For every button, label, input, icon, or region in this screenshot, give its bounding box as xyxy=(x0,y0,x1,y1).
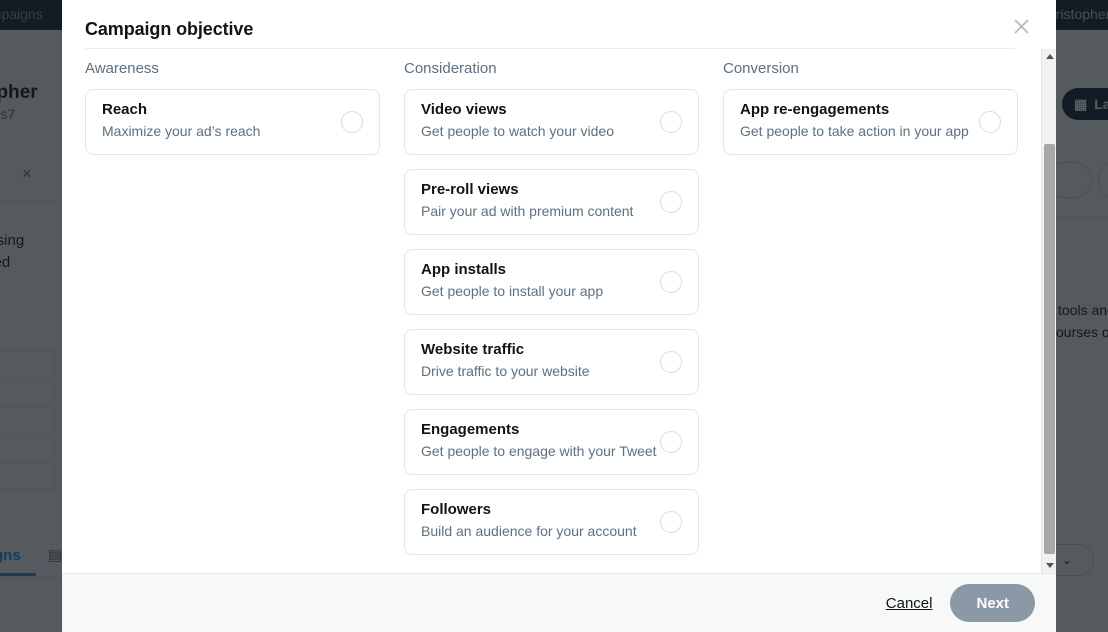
option-radio-button[interactable] xyxy=(660,431,682,453)
cancel-button[interactable]: Cancel xyxy=(886,595,933,612)
option-radio-button[interactable] xyxy=(660,351,682,373)
objective-option-card[interactable]: Pre-roll views Pair your ad with premium … xyxy=(404,169,699,235)
objective-option-card[interactable]: Followers Build an audience for your acco… xyxy=(404,489,699,555)
option-description: Maximize your ad’s reach xyxy=(102,123,260,139)
scroll-up-arrow-icon[interactable] xyxy=(1042,49,1056,64)
objective-column: Consideration Video views Get people to wa… xyxy=(404,60,699,569)
close-icon[interactable] xyxy=(1007,12,1035,40)
dialog-scrollbar[interactable] xyxy=(1041,49,1056,573)
option-title: Video views xyxy=(421,101,507,118)
option-radio-button[interactable] xyxy=(341,111,363,133)
option-radio-button[interactable] xyxy=(660,111,682,133)
objective-columns: Awareness Reach Maximize your ad’s reach Co… xyxy=(62,49,1017,569)
option-description: Get people to install your app xyxy=(421,283,603,299)
objective-column: Awareness Reach Maximize your ad’s reach xyxy=(85,60,380,569)
dialog-header: Campaign objective xyxy=(62,0,1056,49)
option-title: Reach xyxy=(102,101,147,118)
option-description: Get people to engage with your Tweet xyxy=(421,443,657,459)
option-title: Engagements xyxy=(421,421,519,438)
objective-option-card[interactable]: Reach Maximize your ad’s reach xyxy=(85,89,380,155)
option-title: Pre-roll views xyxy=(421,181,519,198)
objective-option-card[interactable]: Engagements Get people to engage with you… xyxy=(404,409,699,475)
option-title: Followers xyxy=(421,501,491,518)
objective-option-card[interactable]: Video views Get people to watch your vide… xyxy=(404,89,699,155)
column-heading: Awareness xyxy=(85,60,380,77)
campaign-objective-dialog: Campaign objective Awareness Reach Maximiz… xyxy=(62,0,1056,632)
option-title: Website traffic xyxy=(421,341,524,358)
column-heading: Consideration xyxy=(404,60,699,77)
option-title: App installs xyxy=(421,261,506,278)
scrollbar-thumb[interactable] xyxy=(1044,144,1055,554)
objective-option-card[interactable]: Website traffic Drive traffic to your web… xyxy=(404,329,699,395)
option-description: Get people to watch your video xyxy=(421,123,614,139)
option-title: App re-engagements xyxy=(740,101,889,118)
dialog-footer: Cancel Next xyxy=(62,573,1056,632)
objective-option-card[interactable]: App re-engagements Get people to take act… xyxy=(723,89,1018,155)
option-description: Build an audience for your account xyxy=(421,523,637,539)
dialog-title: Campaign objective xyxy=(85,19,253,40)
objective-column: Conversion App re-engagements Get people t… xyxy=(723,60,1018,569)
option-description: Get people to take action in your app xyxy=(740,123,969,139)
option-radio-button[interactable] xyxy=(660,511,682,533)
option-radio-button[interactable] xyxy=(660,271,682,293)
screen-root: ampaigns hristopher stopher chris7 × roc… xyxy=(0,0,1108,632)
option-radio-button[interactable] xyxy=(660,191,682,213)
next-button[interactable]: Next xyxy=(950,584,1035,622)
column-heading: Conversion xyxy=(723,60,1018,77)
option-radio-button[interactable] xyxy=(979,111,1001,133)
scroll-down-arrow-icon[interactable] xyxy=(1042,558,1056,573)
dialog-body: Awareness Reach Maximize your ad’s reach Co… xyxy=(62,49,1056,573)
objective-option-card[interactable]: App installs Get people to install your a… xyxy=(404,249,699,315)
option-description: Pair your ad with premium content xyxy=(421,203,633,219)
option-description: Drive traffic to your website xyxy=(421,363,590,379)
